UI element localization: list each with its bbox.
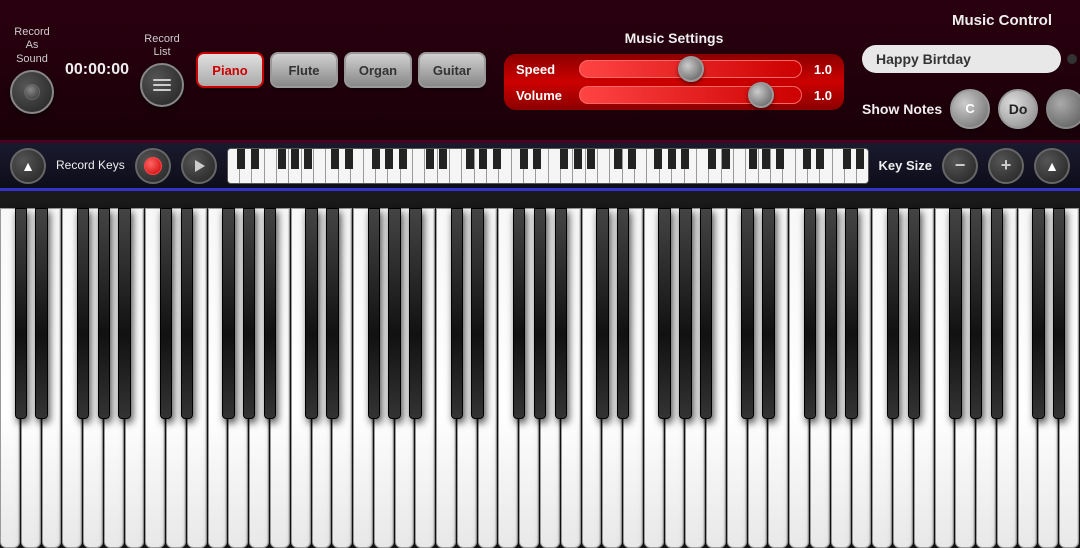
record-list-label: Record List	[144, 33, 179, 59]
black-key[interactable]	[98, 208, 110, 419]
black-key[interactable]	[15, 208, 27, 419]
black-key[interactable]	[160, 208, 172, 419]
record-as-sound-label: Record As Sound	[10, 26, 54, 66]
speed-label: Speed	[516, 62, 571, 77]
black-key[interactable]	[388, 208, 400, 419]
black-key[interactable]	[513, 208, 525, 419]
guitar-button[interactable]: Guitar	[418, 52, 486, 88]
key-size-minus-button[interactable]: −	[942, 148, 978, 184]
song-row: Happy Birtday ▾	[862, 37, 1080, 81]
record-as-sound-button[interactable]	[10, 70, 54, 114]
black-key[interactable]	[762, 208, 774, 419]
black-key[interactable]	[991, 208, 1003, 419]
show-notes-label: Show Notes	[862, 101, 942, 117]
timer-display: 00:00:00	[62, 61, 132, 79]
speed-row: Speed 1.0	[516, 60, 832, 78]
black-key[interactable]	[1053, 208, 1065, 419]
record-list-section: Record List	[140, 33, 184, 107]
black-key[interactable]	[555, 208, 567, 419]
key-size-plus-button[interactable]: +	[988, 148, 1024, 184]
black-key[interactable]	[741, 208, 753, 419]
black-key[interactable]	[368, 208, 380, 419]
record-button[interactable]	[135, 148, 171, 184]
record-icon	[144, 157, 162, 175]
black-key[interactable]	[679, 208, 691, 419]
show-notes-row: Show Notes C Do	[862, 89, 1080, 129]
black-key[interactable]	[451, 208, 463, 419]
black-key[interactable]	[326, 208, 338, 419]
music-settings-section: Music Settings Speed 1.0 Volume 1.0	[504, 30, 844, 110]
black-key[interactable]	[887, 208, 899, 419]
play-small-button[interactable]	[181, 148, 217, 184]
volume-knob[interactable]	[748, 82, 774, 108]
notes-knob[interactable]	[1046, 89, 1080, 129]
sliders-container: Speed 1.0 Volume 1.0	[504, 54, 844, 110]
black-key[interactable]	[825, 208, 837, 419]
list-icon	[153, 79, 171, 91]
speed-value: 1.0	[810, 62, 832, 77]
organ-button[interactable]: Organ	[344, 52, 412, 88]
mini-keyboard-strip	[227, 148, 869, 184]
instrument-row: Piano Flute Organ Guitar	[196, 52, 486, 88]
black-key[interactable]	[970, 208, 982, 419]
black-key[interactable]	[77, 208, 89, 419]
speed-knob[interactable]	[678, 56, 704, 82]
piano-button[interactable]: Piano	[196, 52, 264, 88]
record-as-sound-section: Record As Sound	[10, 26, 54, 114]
black-key[interactable]	[700, 208, 712, 419]
speed-slider[interactable]	[579, 60, 802, 78]
key-size-up-button[interactable]: ▲	[1034, 148, 1070, 184]
black-key[interactable]	[845, 208, 857, 419]
black-key[interactable]	[534, 208, 546, 419]
record-list-button[interactable]	[140, 63, 184, 107]
volume-label: Volume	[516, 88, 571, 103]
music-control-section: Music Control Happy Birtday ▾ Show Notes…	[862, 12, 1080, 129]
volume-value: 1.0	[810, 88, 832, 103]
record-as-sound-icon	[24, 84, 40, 100]
controls-bar: ▲ Record Keys Key Size − + ▲	[0, 143, 1080, 191]
key-size-label: Key Size	[879, 158, 932, 173]
flute-button[interactable]: Flute	[270, 52, 338, 88]
volume-slider[interactable]	[579, 86, 802, 104]
black-key[interactable]	[305, 208, 317, 419]
volume-row: Volume 1.0	[516, 86, 832, 104]
black-key[interactable]	[243, 208, 255, 419]
black-key[interactable]	[471, 208, 483, 419]
top-bar: Record As Sound 00:00:00 Record List Pia…	[0, 0, 1080, 143]
music-control-title: Music Control	[952, 12, 1052, 29]
black-key[interactable]	[1032, 208, 1044, 419]
instruments-section: Piano Flute Organ Guitar	[196, 52, 486, 88]
song-name-display: Happy Birtday	[862, 45, 1061, 73]
record-keys-label: Record Keys	[56, 158, 125, 172]
piano-keyboard	[0, 191, 1080, 548]
black-key[interactable]	[596, 208, 608, 419]
black-key[interactable]	[658, 208, 670, 419]
black-key[interactable]	[118, 208, 130, 419]
music-settings-title: Music Settings	[625, 30, 724, 46]
note-c-button[interactable]: C	[950, 89, 990, 129]
scroll-up-button[interactable]: ▲	[10, 148, 46, 184]
note-do-button[interactable]: Do	[998, 89, 1038, 129]
black-key[interactable]	[264, 208, 276, 419]
black-key[interactable]	[617, 208, 629, 419]
black-key[interactable]	[222, 208, 234, 419]
play-small-icon	[195, 160, 205, 172]
black-key[interactable]	[35, 208, 47, 419]
black-key[interactable]	[949, 208, 961, 419]
black-key[interactable]	[181, 208, 193, 419]
black-key[interactable]	[409, 208, 421, 419]
black-key[interactable]	[804, 208, 816, 419]
black-key[interactable]	[908, 208, 920, 419]
dropdown-dot	[1067, 54, 1077, 64]
